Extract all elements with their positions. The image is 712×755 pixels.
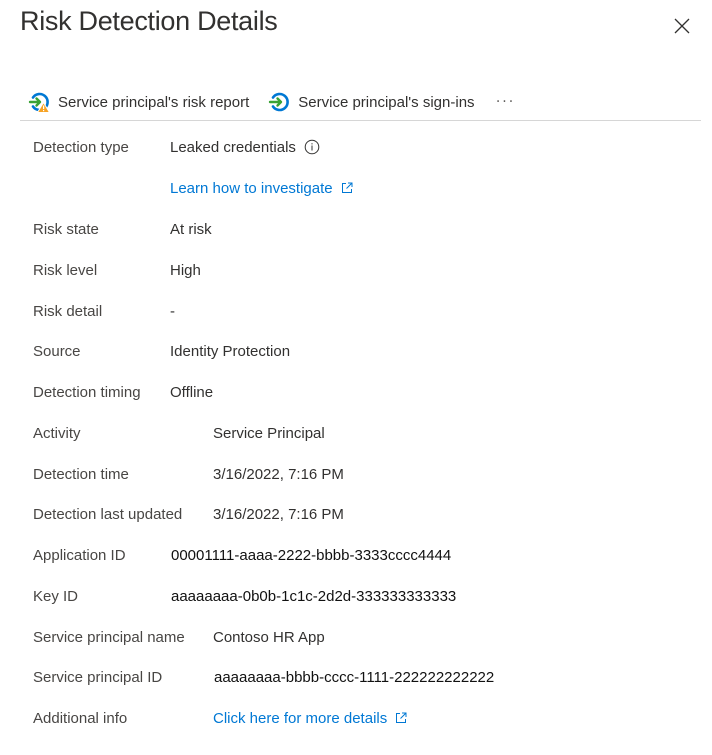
learn-how-to-investigate-text: Learn how to investigate: [170, 179, 333, 197]
close-icon: [674, 18, 690, 34]
external-link-icon: [341, 182, 353, 194]
more-details-link[interactable]: Click here for more details: [213, 710, 407, 727]
risk-state-label: Risk state: [33, 220, 99, 238]
risk-detail-value: -: [170, 302, 175, 320]
more-icon: ···: [495, 94, 516, 110]
row-service-principal-name: Service principal name Contoso HR App: [33, 626, 325, 648]
row-risk-detail: Risk detail -: [33, 300, 175, 322]
row-activity: Activity Service Principal: [33, 422, 325, 444]
detection-type-label: Detection type: [33, 138, 129, 156]
detection-last-updated-label: Detection last updated: [33, 505, 183, 523]
row-application-id: Application ID 00001111-aaaa-2222-bbbb-3…: [33, 544, 451, 566]
risk-level-value: High: [170, 261, 201, 279]
close-button[interactable]: [668, 12, 696, 40]
info-icon[interactable]: [304, 139, 320, 155]
row-detection-time: Detection time 3/16/2022, 7:16 PM: [33, 463, 344, 485]
activity-label: Activity: [33, 424, 81, 442]
application-id-label: Application ID: [33, 546, 126, 564]
detection-time-value: 3/16/2022, 7:16 PM: [213, 465, 344, 483]
risk-state-value: At risk: [170, 220, 212, 238]
source-label: Source: [33, 342, 81, 360]
row-detection-timing: Detection timing Offline: [33, 381, 213, 403]
service-principal-name-label: Service principal name: [33, 628, 185, 646]
additional-info-label: Additional info: [33, 709, 128, 727]
external-link-icon: [395, 712, 407, 724]
source-value: Identity Protection: [170, 342, 291, 360]
sign-in-icon: [268, 91, 290, 113]
sign-in-warning-icon: [28, 91, 50, 113]
key-id-value: aaaaaaaa-0b0b-1c1c-2d2d-333333333333: [171, 587, 457, 605]
investigate-link-wrap: Learn how to investigate: [170, 180, 353, 197]
detection-type-value: Leaked credentials: [170, 138, 296, 156]
sign-ins-button[interactable]: Service principal's sign-ins: [268, 87, 475, 117]
row-risk-state: Risk state At risk: [33, 218, 212, 240]
row-risk-level: Risk level High: [33, 259, 201, 281]
service-principal-name-value: Contoso HR App: [213, 628, 325, 646]
row-key-id: Key ID aaaaaaaa-0b0b-1c1c-2d2d-333333333…: [33, 585, 456, 607]
detection-type-value-wrap: Leaked credentials: [170, 139, 320, 156]
detection-timing-value: Offline: [170, 383, 214, 401]
page-title: Risk Detection Details: [20, 6, 278, 36]
application-id-value: 00001111-aaaa-2222-bbbb-3333cccc4444: [171, 546, 452, 564]
service-principal-id-value: aaaaaaaa-bbbb-cccc-1111-222222222222: [214, 668, 495, 686]
command-bar: Service principal's risk report Service …: [20, 84, 701, 120]
detection-time-label: Detection time: [33, 465, 129, 483]
toolbar-divider: [20, 120, 701, 121]
row-service-principal-id: Service principal ID aaaaaaaa-bbbb-cccc-…: [33, 666, 494, 688]
more-details-text: Click here for more details: [213, 709, 388, 727]
learn-how-to-investigate-link[interactable]: Learn how to investigate: [170, 180, 353, 197]
risk-level-label: Risk level: [33, 261, 98, 279]
detection-last-updated-value: 3/16/2022, 7:16 PM: [213, 505, 344, 523]
additional-info-value: Click here for more details: [213, 710, 407, 727]
detection-timing-label: Detection timing: [33, 383, 141, 401]
row-detection-type: Detection type Leaked credentials: [33, 136, 320, 158]
activity-value: Service Principal: [213, 424, 325, 442]
more-actions-button[interactable]: ···: [494, 87, 518, 117]
risk-report-label: Service principal's risk report: [58, 93, 250, 111]
row-additional-info: Additional info Click here for more deta…: [33, 707, 407, 729]
row-detection-last-updated: Detection last updated 3/16/2022, 7:16 P…: [33, 503, 344, 525]
key-id-label: Key ID: [33, 587, 79, 605]
sign-ins-label: Service principal's sign-ins: [298, 93, 475, 111]
row-source: Source Identity Protection: [33, 340, 290, 362]
service-principal-id-label: Service principal ID: [33, 668, 163, 686]
risk-detail-label: Risk detail: [33, 302, 103, 320]
risk-report-button[interactable]: Service principal's risk report: [28, 87, 249, 117]
